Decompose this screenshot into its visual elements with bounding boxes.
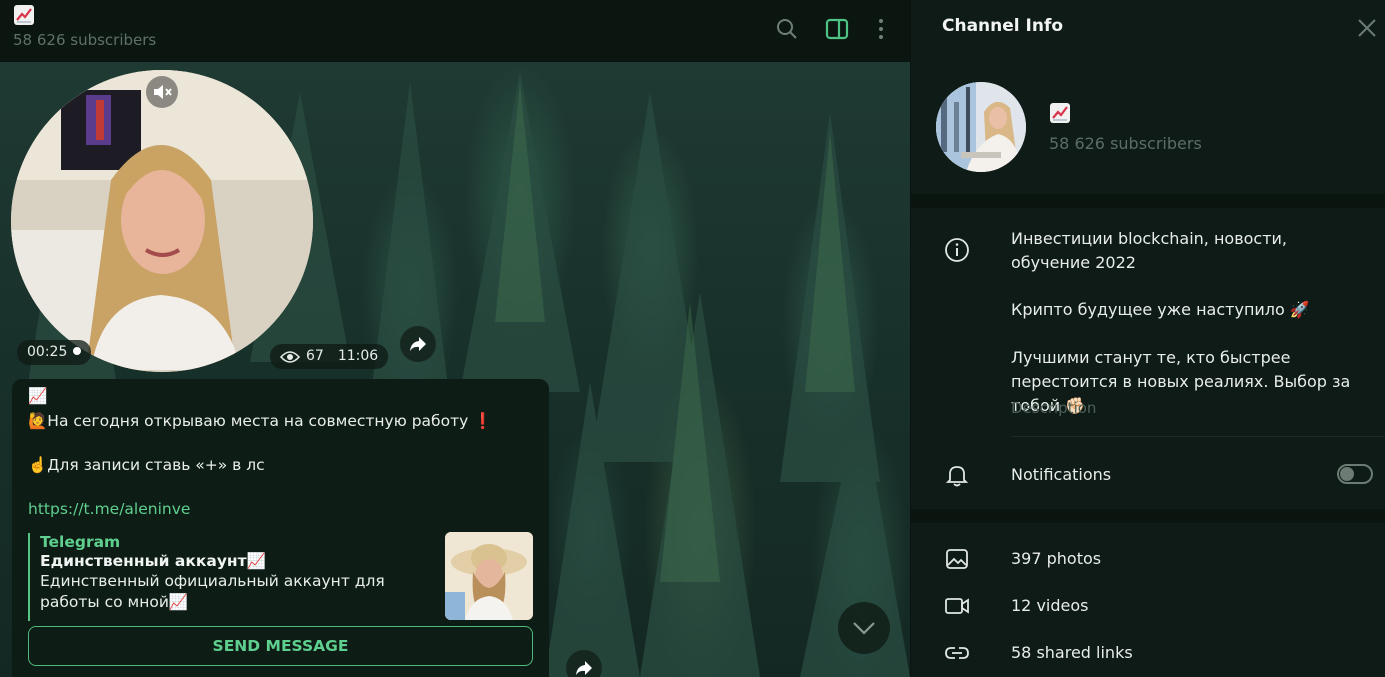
scroll-to-bottom-button[interactable] <box>838 602 890 654</box>
channel-info-panel: Channel Info 58 626 subscribers Инвестиц… <box>910 0 1385 677</box>
unread-dot <box>73 347 82 355</box>
send-message-button[interactable]: SEND MESSAGE <box>28 626 533 666</box>
round-video-message[interactable] <box>11 70 313 372</box>
video-duration: 00:25 <box>27 344 68 360</box>
links-row[interactable]: 58 shared links <box>911 633 1385 673</box>
videos-row[interactable]: 12 videos <box>911 586 1385 626</box>
toggle-knob <box>1340 467 1354 481</box>
mute-button[interactable] <box>146 76 178 108</box>
photo-icon <box>944 546 970 572</box>
video-duration-badge: 00:25 <box>17 340 92 365</box>
message-bubble: 📈 🙋На сегодня открываю места на совместн… <box>12 379 549 677</box>
videos-count: 12 videos <box>1011 596 1089 615</box>
muted-speaker-icon <box>154 85 172 99</box>
chevron-down-icon <box>853 622 875 635</box>
forward-arrow-icon <box>410 337 426 351</box>
notifications-label: Notifications <box>1011 465 1112 484</box>
notifications-toggle[interactable] <box>1337 464 1373 484</box>
photos-count: 397 photos <box>1011 549 1102 568</box>
channel-about-line: Крипто будущее уже наступило 🚀 <box>1011 300 1310 319</box>
more-vertical-icon[interactable] <box>868 16 894 42</box>
section-divider <box>911 194 1385 208</box>
description-label: Description <box>1011 399 1097 417</box>
video-icon <box>944 593 970 619</box>
message-emoji-line: 📈 <box>28 387 48 405</box>
panel-title: Channel Info <box>942 16 1064 36</box>
info-icon <box>944 237 970 263</box>
message-text-line: ☝️Для записи ставь «+» в лс <box>28 456 265 474</box>
search-icon[interactable] <box>774 16 800 42</box>
forward-arrow-icon <box>576 661 592 675</box>
message-time: 11:06 <box>337 348 379 364</box>
channel-avatar[interactable] <box>936 82 1026 172</box>
sidebar-toggle-icon[interactable] <box>824 16 850 42</box>
preview-description: Единственный официальный аккаунт для раб… <box>40 572 385 611</box>
close-icon[interactable] <box>1357 18 1377 38</box>
preview-thumbnail[interactable] <box>445 532 533 620</box>
forward-button[interactable] <box>400 326 436 362</box>
message-text-line: 🙋На сегодня открываю места на совместную… <box>28 412 493 430</box>
chat-subscribers: 58 626 subscribers <box>13 31 157 49</box>
chat-area: 58 626 subscribers 00:25 67 11:06 📈 🙋На … <box>0 0 910 677</box>
links-count: 58 shared links <box>1011 643 1133 662</box>
info-subscribers: 58 626 subscribers <box>1049 134 1202 153</box>
video-frame-image <box>11 70 313 372</box>
view-count: 67 <box>306 348 324 364</box>
eye-icon <box>280 350 300 363</box>
channel-about-line: Инвестиции blockchain, новости, обучение… <box>1011 229 1288 272</box>
message-link[interactable]: https://t.me/aleninve <box>28 500 190 518</box>
chart-increasing-emoji <box>1050 103 1070 123</box>
bell-icon <box>944 462 970 488</box>
preview-photo <box>445 532 533 620</box>
link-icon <box>944 640 970 666</box>
chart-increasing-emoji <box>14 5 34 25</box>
views-badge: 67 11:06 <box>270 344 389 369</box>
avatar-photo <box>936 82 1026 172</box>
about-separator <box>1011 436 1385 437</box>
photos-row[interactable]: 397 photos <box>911 539 1385 579</box>
chat-header[interactable]: 58 626 subscribers <box>0 0 910 62</box>
section-divider <box>911 509 1385 523</box>
